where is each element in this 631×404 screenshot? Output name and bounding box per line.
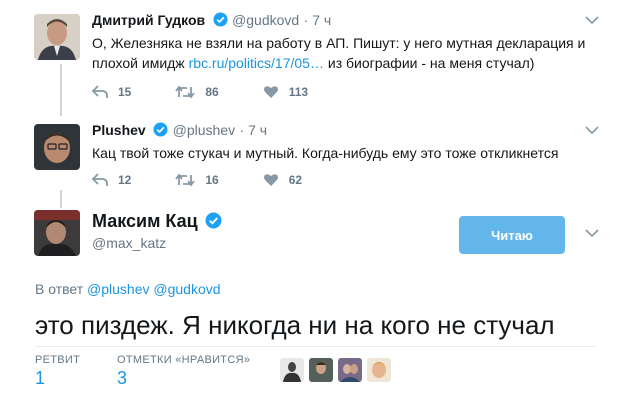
tweet1-handle[interactable]: @gudkovd	[232, 12, 299, 28]
retweet-count: 16	[205, 173, 219, 187]
like-count: 62	[288, 173, 303, 187]
tweet1-name[interactable]: Дмитрий Гудков	[92, 12, 205, 28]
heart-icon	[263, 86, 278, 98]
verified-badge-icon	[205, 212, 222, 234]
tweet1-header: Дмитрий Гудков @gudkovd · 7 ч	[92, 12, 331, 32]
reply-context: В ответ @plushev @gudkovd	[35, 281, 221, 297]
verified-badge-icon	[213, 12, 228, 32]
liker-avatar[interactable]	[338, 358, 362, 382]
avatar-gudkov[interactable]	[34, 14, 80, 60]
like-count: 113	[288, 85, 309, 99]
reply-to-gudkovd[interactable]: @gudkovd	[153, 281, 220, 297]
reply-icon	[92, 173, 108, 186]
main-tweet-text: это пиздеж. Я никогда ни на кого не стуч…	[35, 310, 555, 340]
verified-badge-icon	[153, 122, 168, 142]
retweet-count: 86	[205, 85, 219, 99]
thread-line	[60, 64, 62, 116]
follow-button[interactable]: Читаю	[459, 216, 565, 254]
reply-button[interactable]: 15	[92, 85, 131, 99]
tweet1-link[interactable]: rbc.ru/politics/17/05…	[189, 55, 324, 71]
retweet-button[interactable]: 16	[175, 173, 219, 187]
reply-count: 15	[118, 85, 132, 99]
liker-avatar[interactable]	[309, 358, 333, 382]
tweet2-name[interactable]: Plushev	[92, 122, 146, 138]
liker-avatar[interactable]	[280, 358, 304, 382]
tweet1-time[interactable]: · 7 ч	[304, 12, 332, 28]
reply-icon	[92, 85, 108, 98]
tweet2-time[interactable]: · 7 ч	[240, 122, 268, 138]
tweet2-handle[interactable]: @plushev	[173, 122, 235, 138]
divider	[35, 346, 595, 347]
chevron-down-icon[interactable]	[585, 15, 599, 25]
tweet1-text: О, Железняка не взяли на работу в АП. Пи…	[92, 35, 586, 71]
retweet-stat[interactable]: РЕТВИТ 1	[35, 354, 80, 389]
liker-avatar[interactable]	[367, 358, 391, 382]
retweet-icon	[175, 173, 196, 187]
tweet2-actions: 12 16 62	[92, 173, 346, 187]
retweet-button[interactable]: 86	[175, 85, 219, 99]
reply-count: 12	[118, 173, 132, 187]
main-name: Максим Кац	[92, 211, 222, 234]
tweet2-text: Кац твой тоже стукач и мутный. Когда-ниб…	[92, 145, 559, 161]
reply-to-plushev[interactable]: @plushev	[87, 281, 149, 297]
main-handle[interactable]: @max_katz	[92, 235, 166, 251]
thread-line	[60, 190, 62, 208]
retweet-icon	[175, 85, 196, 99]
likes-stat[interactable]: ОТМЕТКИ «НРАВИТСЯ» 3	[117, 354, 250, 389]
tweet2-header: Plushev @plushev · 7 ч	[92, 122, 267, 142]
reply-button[interactable]: 12	[92, 173, 131, 187]
heart-icon	[263, 174, 278, 186]
like-button[interactable]: 62	[263, 173, 302, 187]
chevron-down-icon[interactable]	[585, 125, 599, 135]
tweet1-actions: 15 86 113	[92, 85, 352, 99]
like-button[interactable]: 113	[263, 85, 308, 99]
avatar-max-katz[interactable]	[34, 210, 80, 256]
avatar-plushev[interactable]	[34, 124, 80, 170]
chevron-down-icon[interactable]	[585, 228, 599, 238]
